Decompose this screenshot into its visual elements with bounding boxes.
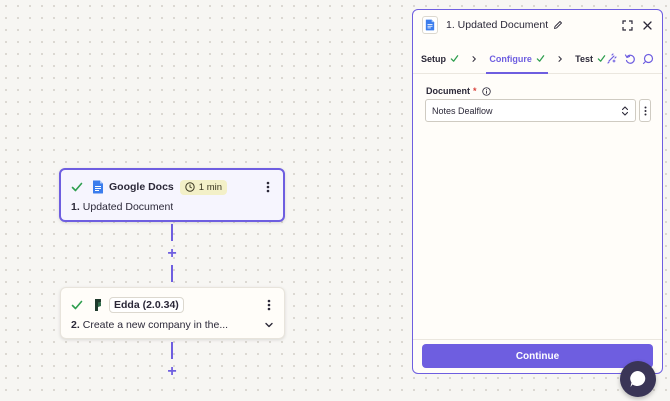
check-icon bbox=[536, 55, 545, 62]
continue-button[interactable]: Continue bbox=[422, 344, 653, 368]
comment-icon[interactable] bbox=[642, 53, 654, 65]
step-title: Create a new company in the... bbox=[82, 319, 229, 331]
time-badge: 1 min bbox=[179, 179, 227, 195]
step-title: Updated Document bbox=[82, 201, 174, 213]
connector-line bbox=[171, 265, 173, 282]
check-icon bbox=[597, 55, 606, 62]
add-step-button[interactable]: + bbox=[165, 364, 179, 380]
undo-icon[interactable] bbox=[624, 53, 636, 65]
edda-icon bbox=[95, 299, 101, 311]
connector-line bbox=[171, 342, 173, 359]
panel-app-icon bbox=[422, 16, 438, 34]
check-icon bbox=[450, 55, 459, 62]
document-select[interactable]: Notes Dealflow bbox=[425, 99, 636, 122]
tab-test[interactable]: Test bbox=[575, 44, 606, 74]
tab-label: Configure bbox=[489, 53, 532, 64]
updown-chevron-icon bbox=[621, 105, 629, 116]
field-options-button[interactable] bbox=[639, 99, 651, 122]
kebab-icon bbox=[644, 106, 646, 115]
tab-label: Setup bbox=[421, 53, 447, 64]
document-select-value: Notes Dealflow bbox=[432, 105, 493, 116]
step-menu-button[interactable] bbox=[262, 297, 276, 313]
close-button[interactable] bbox=[640, 18, 654, 32]
panel-header: 1. Updated Document bbox=[413, 10, 662, 40]
add-step-button[interactable]: + bbox=[165, 246, 179, 262]
sparkle-icon[interactable] bbox=[606, 52, 618, 65]
expand-icon bbox=[621, 19, 633, 31]
step-card-2[interactable]: Edda (2.0.34) 2. Create a new company in… bbox=[60, 287, 285, 339]
tab-configure[interactable]: Configure bbox=[486, 44, 548, 74]
workflow-canvas[interactable]: Google Docs 1 min 1. Updated Document + … bbox=[0, 0, 670, 401]
step-number: 2. bbox=[71, 319, 80, 331]
check-icon bbox=[71, 300, 83, 310]
chat-button[interactable] bbox=[620, 361, 656, 397]
step-menu-button[interactable] bbox=[261, 179, 275, 195]
clock-icon bbox=[185, 182, 195, 192]
tab-label: Test bbox=[575, 53, 593, 64]
panel-tools bbox=[606, 52, 654, 65]
google-docs-icon bbox=[93, 180, 103, 194]
step-config-panel: 1. Updated Document Setup Configure Test… bbox=[412, 9, 663, 374]
kebab-icon bbox=[267, 299, 271, 311]
chevron-down-icon[interactable] bbox=[264, 320, 274, 330]
chevron-right-icon bbox=[472, 55, 477, 62]
close-icon bbox=[642, 20, 652, 30]
step-app-name: Google Docs bbox=[109, 181, 174, 193]
time-badge-label: 1 min bbox=[198, 181, 222, 193]
connector-line bbox=[171, 224, 173, 241]
chevron-right-icon bbox=[558, 55, 562, 62]
check-icon bbox=[71, 182, 83, 192]
field-label-text: Document bbox=[426, 86, 471, 96]
info-icon[interactable] bbox=[481, 86, 491, 96]
step-app-name: Edda (2.0.34) bbox=[109, 297, 184, 313]
chat-icon bbox=[630, 371, 646, 387]
document-field-label: Document * bbox=[426, 86, 491, 96]
footer-divider bbox=[413, 339, 662, 340]
google-docs-icon bbox=[425, 19, 435, 31]
kebab-icon bbox=[266, 181, 270, 193]
expand-button[interactable] bbox=[620, 18, 634, 32]
required-mark: * bbox=[473, 86, 477, 96]
panel-tabs: Setup Configure Test bbox=[413, 44, 662, 74]
tab-setup[interactable]: Setup bbox=[421, 44, 459, 74]
step-number: 1. bbox=[71, 201, 80, 213]
pencil-icon[interactable] bbox=[553, 20, 563, 30]
panel-title: 1. Updated Document bbox=[446, 19, 549, 31]
step-card-1[interactable]: Google Docs 1 min 1. Updated Document bbox=[59, 168, 285, 222]
